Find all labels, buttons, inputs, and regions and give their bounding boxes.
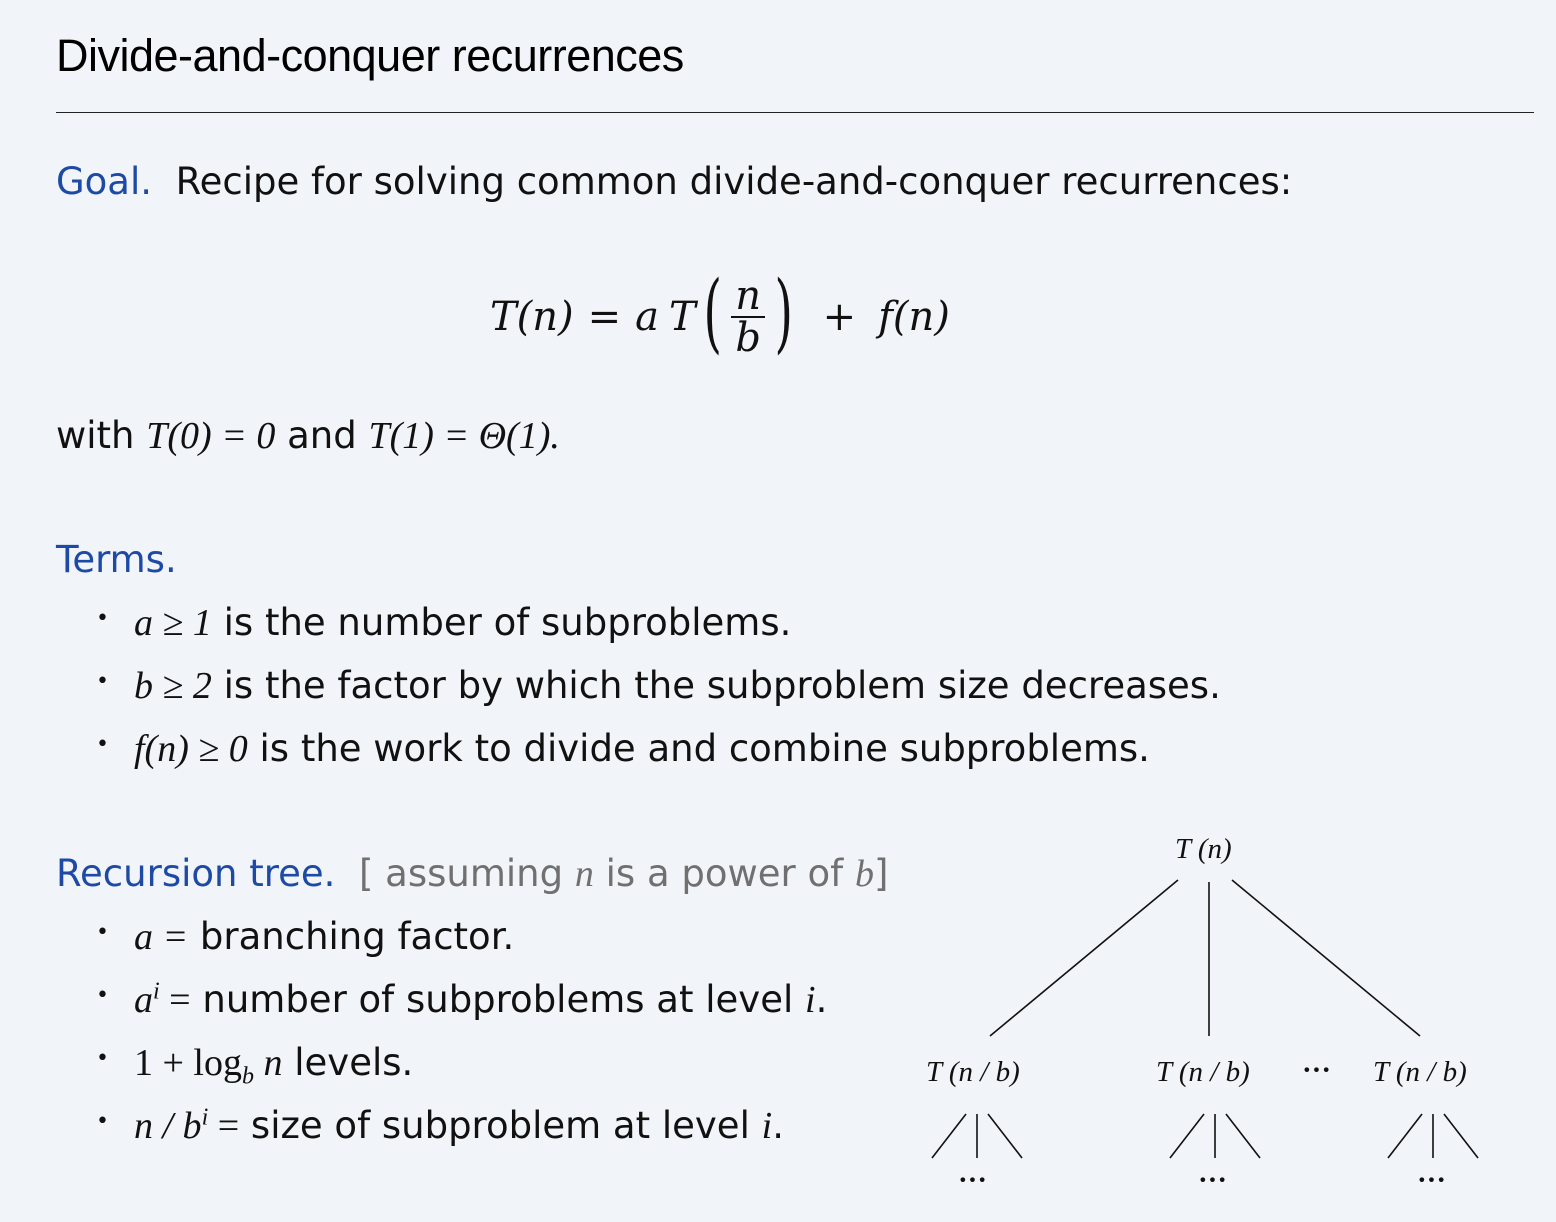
tree-edge [1443,1113,1479,1159]
tree-edge [931,1113,967,1159]
tree-root-node: T (n) [1175,833,1232,865]
tree-sibling-dots: ··· [1302,1054,1332,1086]
recursion-tree-diagram [931,879,1479,1159]
tree-edge [1231,879,1421,1037]
tree-child-node: T (n / b) [1156,1056,1250,1088]
tree-edge [1225,1113,1261,1159]
tree-edge [987,1113,1023,1159]
tree-child-node: T (n / b) [926,1056,1020,1088]
tree-edge [1387,1113,1423,1159]
tree-edge [1169,1113,1205,1159]
tree-child-node: T (n / b) [1373,1056,1467,1088]
tree-leaf-dots: ··· [958,1164,988,1196]
tree-leaf-dots: ··· [1417,1164,1447,1196]
tree-edge [989,879,1179,1037]
tree-leaf-dots: ··· [1198,1164,1228,1196]
